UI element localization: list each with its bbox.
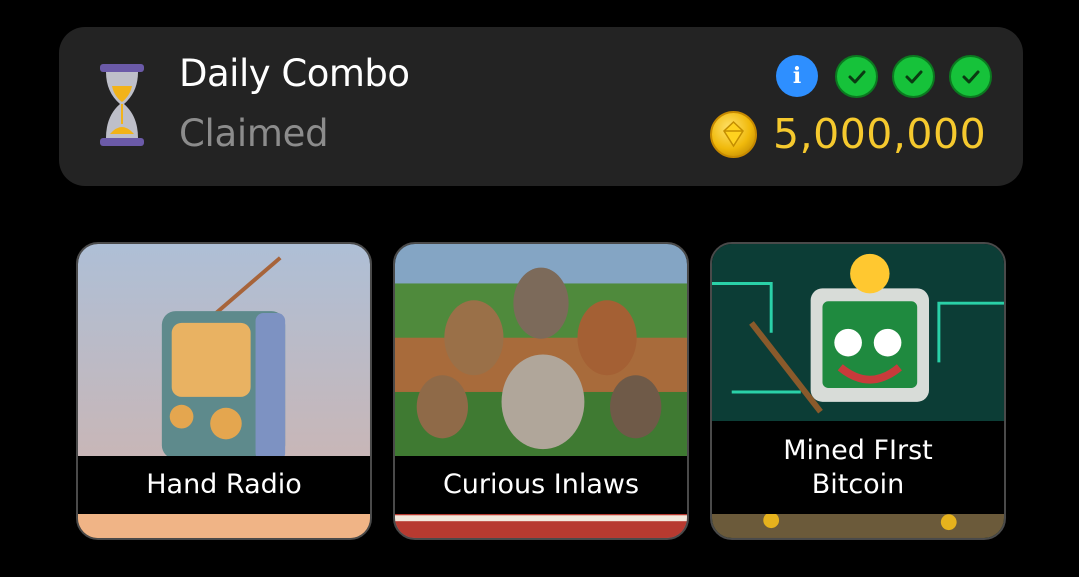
card-label: Curious Inlaws	[395, 456, 687, 514]
checkmark-icon	[892, 55, 935, 98]
info-icon[interactable]: i	[776, 55, 818, 97]
checkmark-icon	[949, 55, 992, 98]
reward-amount: 5,000,000	[773, 110, 987, 158]
combo-card-hand-radio[interactable]: Hand Radio	[76, 242, 372, 540]
coin-icon	[710, 111, 757, 158]
check-glyph	[905, 70, 922, 83]
combo-status: Claimed	[179, 112, 329, 155]
hourglass-icon	[100, 64, 144, 146]
combo-card-mined-first-bitcoin[interactable]: Mined FIrst Bitcoin	[710, 242, 1006, 540]
combo-card-curious-inlaws[interactable]: Curious Inlaws	[393, 242, 689, 540]
daily-combo-panel	[59, 27, 1023, 186]
checkmark-icon	[835, 55, 878, 98]
combo-title: Daily Combo	[179, 52, 410, 95]
check-glyph	[848, 70, 865, 83]
coin-gem	[723, 120, 744, 148]
card-label: Mined FIrst Bitcoin	[712, 421, 1004, 514]
check-glyph	[962, 70, 979, 83]
card-label: Hand Radio	[78, 456, 370, 514]
